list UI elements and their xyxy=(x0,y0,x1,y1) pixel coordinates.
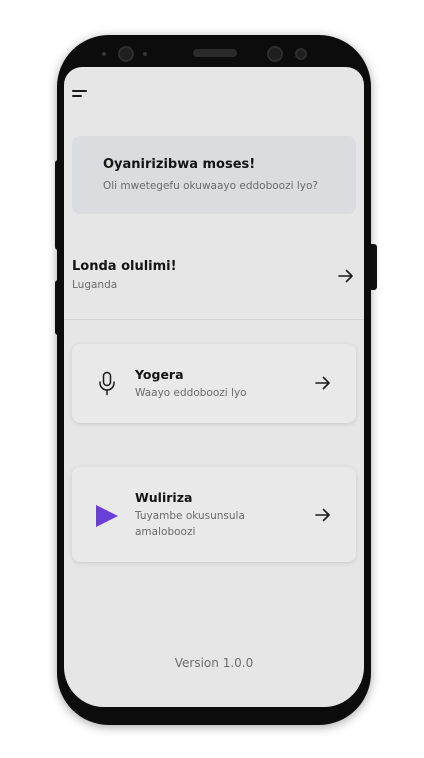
app-screen: Oyanirizibwa moses! Oli mwetegefu okuwaa… xyxy=(64,67,364,707)
proximity-sensor xyxy=(295,48,307,60)
listen-subtitle: Tuyambe okusunsula amaloboozi xyxy=(135,510,245,538)
language-title: Londa olulimi! xyxy=(72,259,177,274)
microphone-icon xyxy=(99,371,115,396)
listen-card[interactable]: Wuliriza Tuyambe okusunsula amaloboozi xyxy=(72,467,356,562)
app-version: Version 1.0.0 xyxy=(174,656,254,670)
welcome-title: Oyanirizibwa moses! xyxy=(103,157,256,172)
front-camera-icon xyxy=(267,46,283,62)
listen-title: Wuliriza xyxy=(135,490,193,505)
front-camera-icon xyxy=(118,46,134,62)
play-icon xyxy=(96,505,118,527)
sensor-dot xyxy=(102,52,106,56)
arrow-right-icon[interactable] xyxy=(337,267,355,285)
speak-subtitle: Waayo eddoboozi lyo xyxy=(135,387,247,399)
speak-card[interactable]: Yogera Waayo eddoboozi lyo xyxy=(72,344,356,423)
earpiece-speaker xyxy=(193,49,237,57)
menu-icon[interactable] xyxy=(72,89,88,99)
arrow-right-icon[interactable] xyxy=(314,374,332,392)
phone-top-bar xyxy=(90,40,330,68)
language-selector[interactable]: Londa olulimi! Luganda xyxy=(64,247,364,320)
welcome-card: Oyanirizibwa moses! Oli mwetegefu okuwaa… xyxy=(72,136,356,214)
arrow-right-icon[interactable] xyxy=(314,506,332,524)
menu-line xyxy=(72,90,87,92)
welcome-subtitle: Oli mwetegefu okuwaayo eddoboozi lyo? xyxy=(103,180,318,192)
power-button xyxy=(370,244,377,290)
menu-line xyxy=(72,95,82,97)
device-mockup: Oyanirizibwa moses! Oli mwetegefu okuwaa… xyxy=(0,0,424,758)
sensor-dot xyxy=(143,52,147,56)
selected-language: Luganda xyxy=(72,279,118,291)
speak-title: Yogera xyxy=(135,367,184,382)
